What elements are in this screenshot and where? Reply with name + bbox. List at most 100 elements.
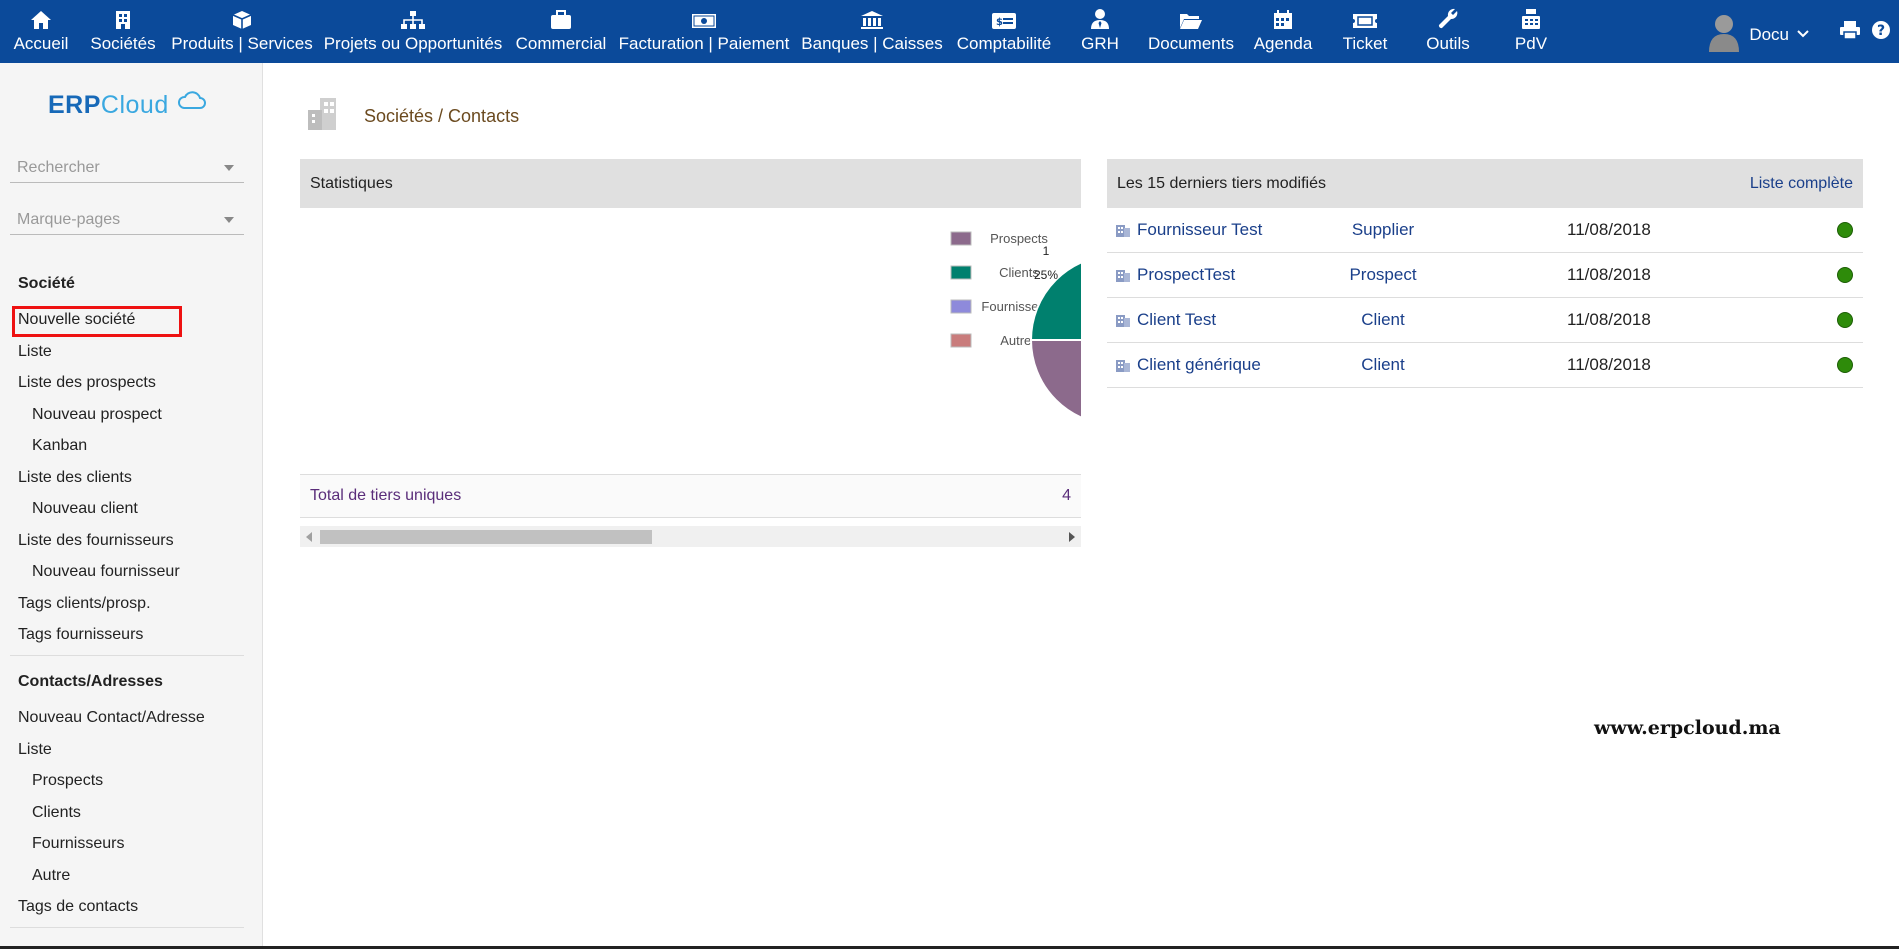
help-icon[interactable]: ? <box>1871 20 1891 45</box>
svg-text:?: ? <box>1877 23 1885 39</box>
thirdparty-name-link[interactable]: Client générique <box>1115 355 1261 375</box>
sidebar-item-tags-contacts[interactable]: Tags de contacts <box>18 898 138 916</box>
watermark: www.erpcloud.ma <box>1594 717 1781 739</box>
total-row: Total de tiers uniques 4 <box>300 474 1081 518</box>
user-name: Docu <box>1749 24 1789 44</box>
legend-swatch <box>950 231 972 246</box>
nav-facturation[interactable]: Facturation | Paiement <box>619 0 789 63</box>
thirdparty-date: 11/08/2018 <box>1567 220 1651 239</box>
nav-documents[interactable]: Documents <box>1148 0 1234 63</box>
sidebar-item-nouveau-fournisseur[interactable]: Nouveau fournisseur <box>32 563 180 581</box>
nav-produits-services[interactable]: Produits | Services <box>171 0 313 63</box>
pie-slice-label: 25% <box>1034 268 1058 282</box>
table-row[interactable]: Client Test Client 11/08/2018 <box>1107 298 1863 343</box>
sidebar-item-tags-fournisseurs[interactable]: Tags fournisseurs <box>18 626 143 644</box>
thirdparty-type: Prospect <box>1349 265 1417 284</box>
nav-pdv[interactable]: PdV <box>1500 0 1562 63</box>
ledger-icon: $ <box>991 0 1017 30</box>
legend-label: Prospects <box>990 231 1048 246</box>
scrollbar-thumb[interactable] <box>320 530 652 544</box>
table-row[interactable]: Client générique Client 11/08/2018 <box>1107 343 1863 388</box>
home-icon <box>30 0 52 30</box>
nav-label: Projets ou Opportunités <box>323 34 503 53</box>
nav-label: GRH <box>1081 34 1119 53</box>
total-label: Total de tiers uniques <box>310 487 462 504</box>
nav-banques[interactable]: Banques | Caisses <box>801 0 943 63</box>
ticket-icon <box>1352 0 1378 30</box>
pie-slice <box>1029 339 1081 419</box>
sitemap-icon <box>400 0 426 30</box>
avatar <box>1707 12 1741 57</box>
total-value: 4 <box>1062 487 1071 504</box>
scroll-left-icon[interactable] <box>306 532 312 542</box>
user-menu[interactable]: Docu <box>1707 12 1809 57</box>
thirdparty-name-link[interactable]: ProspectTest <box>1115 265 1235 285</box>
nav-ticket[interactable]: Ticket <box>1334 0 1396 63</box>
statistics-header: Statistiques <box>300 159 1081 208</box>
left-sidebar: ERPCloud Rechercher Marque-pages Société… <box>0 63 263 949</box>
nav-label: Agenda <box>1253 34 1313 53</box>
sidebar-divider <box>10 655 244 656</box>
status-active-icon <box>1837 312 1853 328</box>
user-tie-icon <box>1090 0 1110 30</box>
sidebar-item-contacts-autre[interactable]: Autre <box>32 867 70 885</box>
full-list-link[interactable]: Liste complète <box>1750 175 1853 193</box>
horizontal-scrollbar[interactable] <box>300 526 1081 547</box>
sidebar-section-societe: Société <box>18 275 75 292</box>
nav-societes[interactable]: Sociétés <box>90 0 156 63</box>
cloud-icon <box>176 88 207 116</box>
table-row[interactable]: ProspectTest Prospect 11/08/2018 <box>1107 253 1863 298</box>
cash-register-icon <box>1520 0 1542 30</box>
sidebar-item-contacts-fournisseurs[interactable]: Fournisseurs <box>32 835 124 853</box>
folder-open-icon <box>1179 0 1203 30</box>
thirdparty-type: Supplier <box>1351 220 1415 239</box>
pie-chart-area: Prospects Clients Fournisseurs Autres 1 25% <box>300 208 1081 433</box>
thirdparty-name-link[interactable]: Fournisseur Test <box>1115 220 1262 240</box>
sidebar-item-kanban[interactable]: Kanban <box>32 437 87 455</box>
thirdparty-date: 11/08/2018 <box>1567 310 1651 329</box>
nav-label: Ticket <box>1342 34 1388 53</box>
sidebar-item-nouveau-contact[interactable]: Nouveau Contact/Adresse <box>18 709 205 727</box>
nav-agenda[interactable]: Agenda <box>1250 0 1316 63</box>
nav-projets[interactable]: Projets ou Opportunités <box>323 0 503 63</box>
bookmarks-select[interactable]: Marque-pages <box>10 205 244 235</box>
nav-label: Accueil <box>13 34 69 53</box>
building-small-icon <box>1116 225 1130 237</box>
nav-outils[interactable]: Outils <box>1418 0 1478 63</box>
nav-label: Produits | Services <box>171 34 313 53</box>
nav-grh[interactable]: GRH <box>1068 0 1132 63</box>
scroll-right-icon[interactable] <box>1069 532 1075 542</box>
thirdparty-name-link[interactable]: Client Test <box>1115 310 1216 330</box>
sidebar-item-liste-contacts[interactable]: Liste <box>18 741 52 759</box>
print-icon[interactable] <box>1839 20 1861 45</box>
page-header: Sociétés / Contacts <box>304 96 519 137</box>
sidebar-section-contacts: Contacts/Adresses <box>18 673 163 690</box>
building-icon <box>115 0 131 30</box>
sidebar-item-liste-fournisseurs[interactable]: Liste des fournisseurs <box>18 532 174 550</box>
building-small-icon <box>1116 270 1130 282</box>
sidebar-item-liste[interactable]: Liste <box>18 343 52 361</box>
sidebar-item-contacts-prospects[interactable]: Prospects <box>32 772 103 790</box>
recent-thirdparties-panel: Les 15 derniers tiers modifiés Liste com… <box>1107 159 1863 388</box>
nav-label: Documents <box>1148 34 1234 53</box>
buildings-icon <box>304 96 344 137</box>
table-row[interactable]: Fournisseur Test Supplier 11/08/2018 <box>1107 208 1863 253</box>
search-select[interactable]: Rechercher <box>10 153 244 183</box>
sidebar-item-liste-clients[interactable]: Liste des clients <box>18 469 132 487</box>
nav-accueil[interactable]: Accueil <box>10 0 72 63</box>
sidebar-item-contacts-clients[interactable]: Clients <box>32 804 81 822</box>
thirdparty-date: 11/08/2018 <box>1567 355 1651 374</box>
page-title: Sociétés / Contacts <box>364 106 520 126</box>
thirdparty-type: Client <box>1361 310 1405 329</box>
logo: ERPCloud <box>48 88 207 120</box>
sidebar-item-liste-prospects[interactable]: Liste des prospects <box>18 374 156 392</box>
status-active-icon <box>1837 267 1853 283</box>
nav-commercial[interactable]: Commercial <box>516 0 606 63</box>
bank-icon <box>860 0 884 30</box>
top-navigation-bar: Accueil Sociétés Produits | Services Pro… <box>0 0 1899 63</box>
building-small-icon <box>1116 360 1130 372</box>
sidebar-item-tags-clients[interactable]: Tags clients/prosp. <box>18 595 151 613</box>
sidebar-item-nouveau-client[interactable]: Nouveau client <box>32 500 138 518</box>
sidebar-item-nouveau-prospect[interactable]: Nouveau prospect <box>32 406 162 424</box>
nav-comptabilite[interactable]: $ Comptabilité <box>957 0 1051 63</box>
